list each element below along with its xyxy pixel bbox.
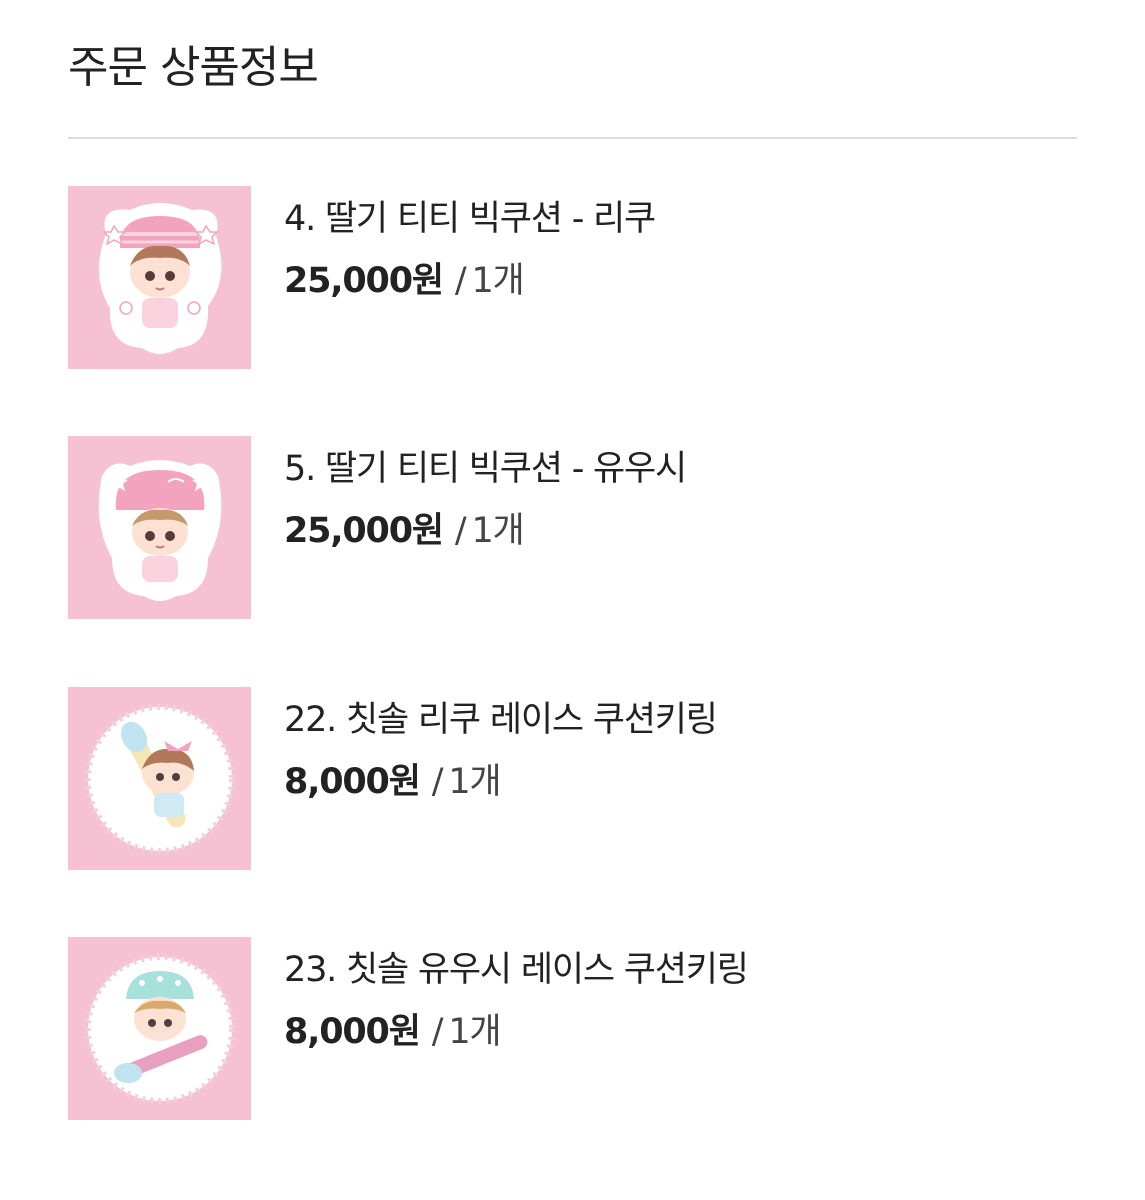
order-item[interactable]: 22. 칫솔 리쿠 레이스 쿠션키링 8,000원/1개 bbox=[68, 687, 1077, 870]
product-price: 25,000원 bbox=[284, 261, 444, 301]
order-item[interactable]: 23. 칫솔 유우시 레이스 쿠션키링 8,000원/1개 bbox=[68, 937, 1077, 1120]
price-separator: / bbox=[431, 762, 444, 802]
price-line: 8,000원/1개 bbox=[284, 1009, 502, 1055]
pink-bear-hat-cushion-icon bbox=[68, 436, 251, 619]
price-line: 25,000원/1개 bbox=[284, 508, 525, 554]
price-separator: / bbox=[431, 1012, 444, 1052]
product-price: 8,000원 bbox=[284, 1012, 421, 1052]
section-title: 주문 상품정보 bbox=[68, 42, 319, 93]
price-line: 8,000원/1개 bbox=[284, 759, 502, 805]
product-thumbnail[interactable] bbox=[68, 436, 251, 619]
product-thumbnail[interactable] bbox=[68, 186, 251, 369]
product-name[interactable]: 23. 칫솔 유우시 레이스 쿠션키링 bbox=[284, 947, 749, 993]
product-quantity: 1개 bbox=[448, 762, 501, 802]
product-name[interactable]: 5. 딸기 티티 빅쿠션 - 유우시 bbox=[284, 446, 687, 492]
price-line: 25,000원/1개 bbox=[284, 258, 525, 304]
price-separator: / bbox=[454, 511, 467, 551]
product-price: 8,000원 bbox=[284, 762, 421, 802]
pink-bear-hat-cushion-icon bbox=[68, 186, 251, 369]
order-item[interactable]: 4. 딸기 티티 빅쿠션 - 리쿠 25,000원/1개 bbox=[68, 186, 1077, 369]
price-separator: / bbox=[454, 261, 467, 301]
product-quantity: 1개 bbox=[448, 1012, 501, 1052]
product-price: 25,000원 bbox=[284, 511, 444, 551]
toothbrush-lace-keyring-icon bbox=[68, 687, 251, 870]
product-quantity: 1개 bbox=[471, 261, 524, 301]
order-product-info-page: 주문 상품정보 4. 딸기 티티 빅쿠션 - 리쿠 25,000원 / 1개 5… bbox=[0, 0, 1145, 1200]
product-name[interactable]: 22. 칫솔 리쿠 레이스 쿠션키링 bbox=[284, 697, 718, 743]
product-name[interactable]: 4. 딸기 티티 빅쿠션 - 리쿠 bbox=[284, 196, 656, 242]
divider bbox=[68, 137, 1077, 139]
product-thumbnail[interactable] bbox=[68, 687, 251, 870]
product-quantity: 1개 bbox=[471, 511, 524, 551]
toothbrush-lace-keyring-icon bbox=[68, 937, 251, 1120]
product-thumbnail[interactable] bbox=[68, 937, 251, 1120]
order-item[interactable]: 5. 딸기 티티 빅쿠션 - 유우시 25,000원/1개 bbox=[68, 436, 1077, 619]
